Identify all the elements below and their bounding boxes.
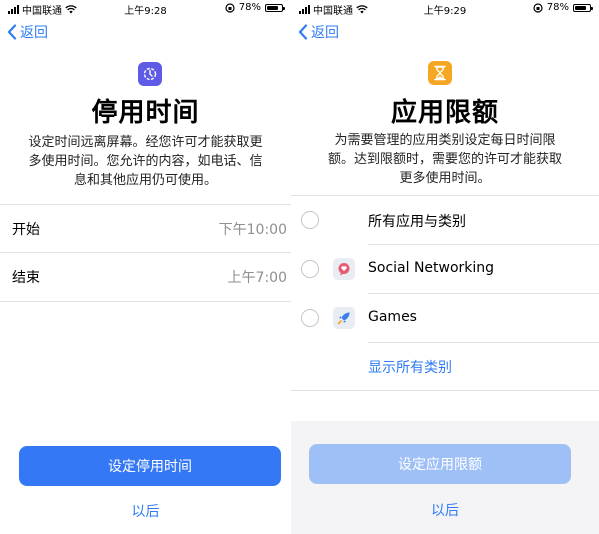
back-button[interactable]: 返回	[7, 22, 48, 42]
battery-fill	[267, 5, 278, 10]
description: 设定时间远离屏幕。经您许可才能获取更 多使用时间。您允许的内容，如电话、信 息和…	[8, 133, 283, 190]
show-all-categories-link[interactable]: 显示所有类别	[368, 357, 452, 377]
category-label: 所有应用与类别	[368, 214, 466, 230]
set-app-limit-label: 设定应用限额	[398, 457, 482, 473]
back-label: 返回	[311, 25, 339, 41]
status-right: 78%	[225, 2, 285, 13]
back-label: 返回	[20, 25, 48, 41]
later-link[interactable]: 以后	[0, 501, 291, 521]
divider	[368, 244, 599, 245]
radio-button[interactable]	[301, 211, 319, 229]
chevron-left-icon	[298, 24, 308, 40]
divider	[291, 390, 599, 391]
description-line: 更多使用时间。	[399, 171, 491, 186]
app-limits-screen: 中国联通 上午9:29 78% 返回 应用限额 为需要管理的应用类别设定每日时间…	[291, 0, 599, 534]
status-bar: 中国联通 上午9:28 78%	[0, 0, 291, 17]
start-value: 下午10:00	[218, 222, 287, 238]
battery-icon	[265, 3, 285, 12]
category-label: Social Networking	[368, 260, 495, 276]
chevron-left-icon	[7, 24, 17, 40]
end-value: 上午7:00	[227, 270, 287, 286]
description: 为需要管理的应用类别设定每日时间限 额。达到限额时，需要您的许可才能获取 更多使…	[305, 131, 585, 188]
hourglass-icon	[428, 61, 452, 85]
orientation-lock-icon	[533, 2, 543, 13]
battery-fill	[575, 5, 586, 10]
page-title: 应用限额	[390, 98, 499, 128]
description-line: 设定时间远离屏幕。经您许可才能获取更	[28, 135, 263, 150]
divider	[368, 293, 599, 294]
social-networking-icon	[333, 258, 355, 280]
description-line: 为需要管理的应用类别设定每日时间限	[334, 133, 556, 148]
divider	[0, 252, 291, 253]
page-title: 停用时间	[91, 98, 200, 128]
games-rocket-icon	[333, 307, 355, 329]
downtime-screen: 中国联通 上午9:28 78% 返回 停用时间 设定时间远离屏幕。经您许可才能获…	[0, 0, 291, 534]
divider	[0, 301, 291, 302]
category-label: Games	[368, 309, 417, 325]
downtime-icon	[138, 62, 162, 86]
set-downtime-label: 设定停用时间	[108, 459, 192, 475]
radio-button[interactable]	[301, 260, 319, 278]
set-downtime-button[interactable]: 设定停用时间	[19, 446, 281, 486]
radio-button[interactable]	[301, 309, 319, 327]
set-app-limit-button[interactable]: 设定应用限额	[309, 444, 571, 484]
start-label: 开始	[12, 222, 40, 238]
battery-percent: 78%	[238, 2, 261, 13]
description-line: 息和其他应用仍可使用。	[73, 173, 217, 188]
description-line: 多使用时间。您允许的内容，如电话、信	[28, 154, 263, 169]
status-bar: 中国联通 上午9:29 78%	[291, 0, 599, 17]
divider	[368, 342, 599, 343]
end-label: 结束	[12, 270, 40, 286]
description-line: 额。达到限额时，需要您的许可才能获取	[327, 152, 562, 167]
back-button[interactable]: 返回	[298, 22, 339, 42]
divider	[0, 204, 291, 205]
later-link[interactable]: 以后	[291, 500, 599, 520]
battery-icon	[573, 3, 593, 12]
divider	[291, 195, 599, 196]
status-right: 78%	[533, 2, 593, 13]
battery-percent: 78%	[546, 2, 569, 13]
orientation-lock-icon	[225, 2, 235, 13]
